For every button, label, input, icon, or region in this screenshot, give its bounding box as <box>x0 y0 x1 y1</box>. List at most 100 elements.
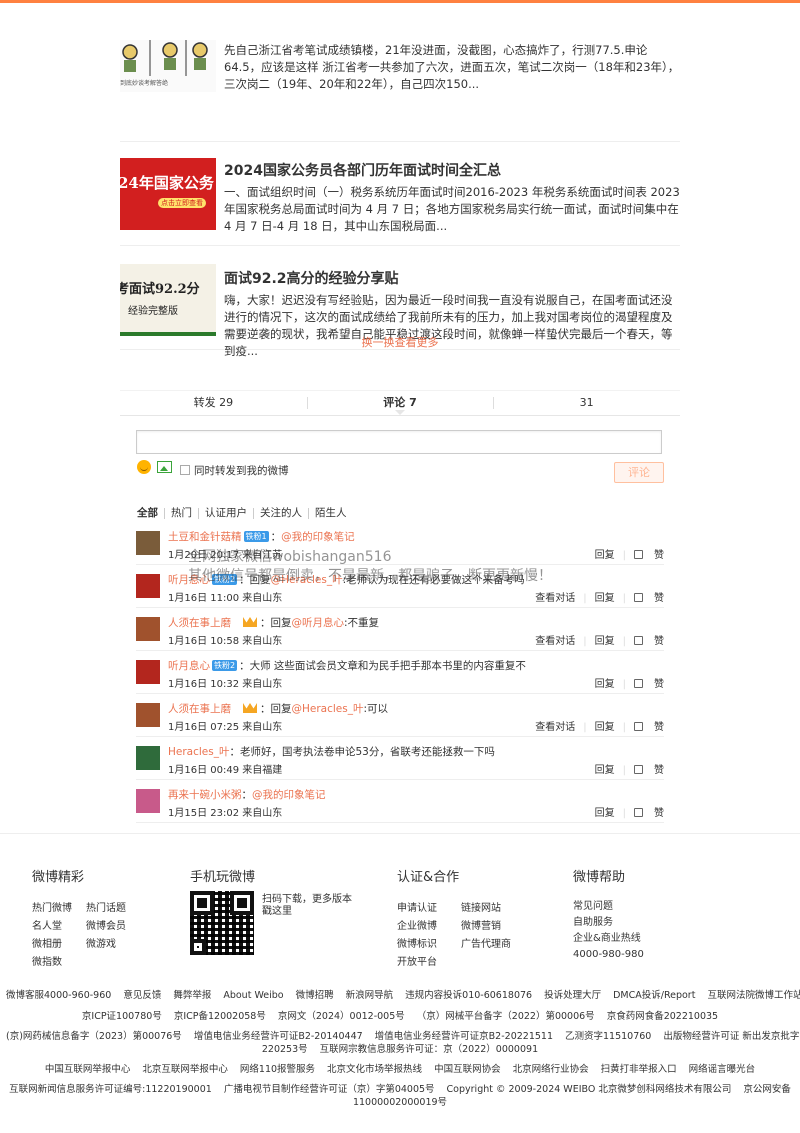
filter-following[interactable]: 关注的人 <box>253 508 308 519</box>
mention-link[interactable]: @Heracles_叶 <box>292 703 364 715</box>
footer-hotline[interactable]: 4000-980-980 <box>573 947 644 963</box>
reply-button[interactable]: 回复 <box>595 679 615 690</box>
footer-link[interactable]: 微指数 <box>32 953 86 968</box>
comment-author[interactable]: 再来十碗小米粥 <box>168 789 242 801</box>
mention-link[interactable]: @我的印象笔记 <box>281 531 355 543</box>
footer-link[interactable]: 开放平台 <box>397 953 461 968</box>
legal-link[interactable]: 中国互联网举报中心 <box>45 1064 131 1075</box>
comment-author[interactable]: 人须在事上磨 <box>168 617 231 629</box>
legal-link[interactable]: About Weibo <box>223 990 283 1001</box>
like-button[interactable]: 赞 <box>634 550 664 561</box>
footer-link[interactable]: 微博会员 <box>86 917 140 932</box>
comment-author[interactable]: 听月息心 <box>168 574 210 586</box>
legal-link[interactable]: 京食药网食备202210035 <box>607 1011 718 1022</box>
footer-link[interactable]: 热门话题 <box>86 899 140 914</box>
avatar[interactable] <box>136 703 160 727</box>
footer-link[interactable]: 企业&商业热线 <box>573 931 644 947</box>
reply-button[interactable]: 回复 <box>595 636 615 647</box>
article-title[interactable]: 2024国家公务员各部门历年面试时间全汇总 <box>224 160 501 180</box>
footer-link[interactable]: 自助服务 <box>573 915 644 931</box>
article-card[interactable]: 到底妙谈考解答绝 先自己浙江省考笔试成绩镇楼，21年没进面，没截图，心态搞炸了，… <box>120 38 680 142</box>
legal-link[interactable]: 京网文（2024）0012-005号 <box>278 1011 405 1022</box>
article-card[interactable]: 24年国家公务 点击立即查看 2024国家公务员各部门历年面试时间全汇总 一、面… <box>120 142 680 246</box>
avatar[interactable] <box>136 789 160 813</box>
legal-link[interactable]: 网络110报警服务 <box>240 1064 315 1075</box>
article-thumbnail[interactable]: 24年国家公务 点击立即查看 <box>120 158 216 230</box>
legal-link[interactable]: 意见反馈 <box>123 990 161 1001</box>
legal-link[interactable]: 微博招聘 <box>296 990 334 1001</box>
view-dialog-link[interactable]: 查看对话 <box>535 593 575 604</box>
reply-button[interactable]: 回复 <box>595 722 615 733</box>
forward-checkbox-label[interactable]: 同时转发到我的微博 <box>194 463 289 478</box>
mention-link[interactable]: @我的印象笔记 <box>252 789 326 801</box>
more-articles-link[interactable]: 换一换查看更多 <box>0 334 800 350</box>
image-icon[interactable] <box>157 461 172 473</box>
footer-link[interactable]: 微博标识 <box>397 935 461 950</box>
legal-link[interactable]: 北京互联网举报中心 <box>142 1064 228 1075</box>
filter-all[interactable]: 全部 <box>137 508 164 519</box>
legal-link[interactable]: 扫黄打非举报入口 <box>601 1064 677 1075</box>
mention-link[interactable]: @Heracles_叶 <box>271 574 343 586</box>
article-thumbnail[interactable]: 到底妙谈考解答绝 <box>120 40 216 92</box>
comment-author[interactable]: Heracles_叶 <box>168 746 229 758</box>
emoji-icon[interactable] <box>137 460 151 474</box>
avatar[interactable] <box>136 746 160 770</box>
legal-link[interactable]: （京）网械平台备字（2022）第00006号 <box>417 1011 595 1022</box>
legal-link[interactable]: 京ICP证100780号 <box>82 1011 162 1022</box>
article-title[interactable]: 面试92.2高分的经验分享贴 <box>224 268 399 288</box>
legal-link[interactable]: 舞弊举报 <box>173 990 211 1001</box>
legal-link[interactable]: 投诉处理大厅 <box>544 990 601 1001</box>
reply-button[interactable]: 回复 <box>595 593 615 604</box>
filter-hot[interactable]: 热门 <box>164 508 198 519</box>
legal-link[interactable]: 北京文化市场举报热线 <box>327 1064 422 1075</box>
like-button[interactable]: 赞 <box>634 593 664 604</box>
submit-comment-button[interactable]: 评论 <box>614 462 664 483</box>
filter-strangers[interactable]: 陌生人 <box>308 508 353 519</box>
legal-link[interactable]: 中国互联网协会 <box>434 1064 501 1075</box>
like-button[interactable]: 赞 <box>634 765 664 776</box>
legal-link[interactable]: 互联网宗教信息服务许可证：京（2022）0000091 <box>320 1044 539 1055</box>
forward-checkbox[interactable] <box>180 465 190 475</box>
like-button[interactable]: 赞 <box>634 679 664 690</box>
footer-link[interactable]: 广告代理商 <box>461 935 541 950</box>
legal-link[interactable]: DMCA投诉/Report <box>613 990 695 1001</box>
avatar[interactable] <box>136 660 160 684</box>
legal-link[interactable]: 北京网络行业协会 <box>513 1064 589 1075</box>
like-button[interactable]: 赞 <box>634 636 664 647</box>
avatar[interactable] <box>136 574 160 598</box>
comment-author[interactable]: 听月息心 <box>168 660 210 672</box>
tab-like[interactable]: 31 <box>493 391 680 415</box>
reply-button[interactable]: 回复 <box>595 808 615 819</box>
like-button[interactable]: 赞 <box>634 722 664 733</box>
footer-link[interactable]: 企业微博 <box>397 917 461 932</box>
comment-input[interactable] <box>136 430 662 454</box>
footer-link[interactable]: 链接网站 <box>461 899 541 914</box>
footer-link[interactable]: 名人堂 <box>32 917 86 932</box>
legal-link[interactable]: 新浪网导航 <box>346 990 394 1001</box>
reply-button[interactable]: 回复 <box>595 765 615 776</box>
comment-author[interactable]: 土豆和金针菇精 <box>168 531 242 543</box>
view-dialog-link[interactable]: 查看对话 <box>535 722 575 733</box>
avatar[interactable] <box>136 531 160 555</box>
legal-link[interactable]: 互联网法院微博工作站 <box>707 990 800 1001</box>
legal-link[interactable]: 京ICP备12002058号 <box>174 1011 266 1022</box>
legal-link[interactable]: 220253号 <box>262 1044 308 1055</box>
mention-link[interactable]: @听月息心 <box>292 617 345 629</box>
footer-link[interactable]: 微相册 <box>32 935 86 950</box>
legal-link[interactable]: 11000002000019号 <box>353 1097 447 1108</box>
tab-forward[interactable]: 转发 29 <box>120 391 307 415</box>
legal-link[interactable]: 微博客服4000-960-960 <box>6 990 111 1001</box>
filter-verified[interactable]: 认证用户 <box>198 508 253 519</box>
footer-link[interactable]: 微博营销 <box>461 917 541 932</box>
comment-author[interactable]: 人须在事上磨 <box>168 703 231 715</box>
qr-download-text[interactable]: 扫码下载，更多版本戳这里 <box>262 894 356 918</box>
legal-link[interactable]: 网络谣言曝光台 <box>689 1064 756 1075</box>
legal-link[interactable]: 违规内容投诉010-60618076 <box>405 990 532 1001</box>
avatar[interactable] <box>136 617 160 641</box>
article-thumbnail[interactable]: 考面试92.2分 经验完整版 <box>120 264 216 336</box>
footer-link[interactable]: 热门微博 <box>32 899 86 914</box>
footer-link[interactable]: 微游戏 <box>86 935 140 950</box>
footer-link[interactable]: 常见问题 <box>573 899 644 915</box>
view-dialog-link[interactable]: 查看对话 <box>535 636 575 647</box>
tab-comment[interactable]: 评论 7 <box>306 391 494 415</box>
